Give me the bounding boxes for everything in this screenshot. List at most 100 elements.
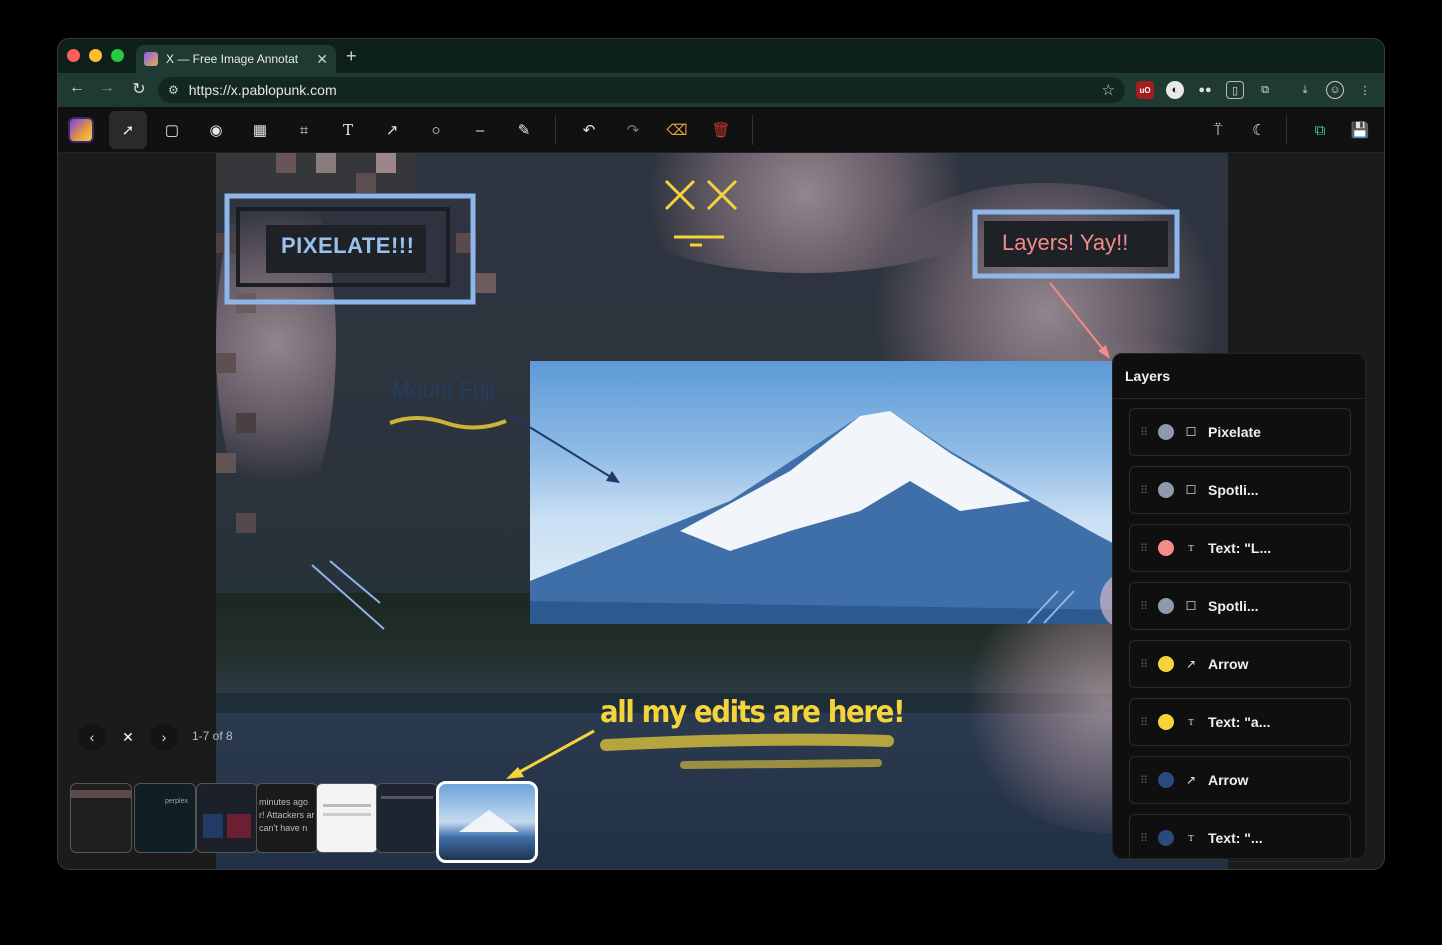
layer-color-swatch[interactable] — [1158, 830, 1174, 846]
browser-tab[interactable]: X — Free Image Annotat ✕ — [136, 45, 336, 73]
layer-item[interactable]: ⠿ ☐ Pixelate — [1129, 408, 1351, 456]
edits-underline-and-arrow[interactable] — [484, 723, 904, 783]
text-icon: T — [1188, 543, 1194, 553]
circle-tool-icon[interactable]: ○ — [417, 111, 455, 149]
layer-name: Text: "a... — [1208, 714, 1271, 730]
drag-handle-icon[interactable]: ⠿ — [1140, 484, 1148, 497]
browser-menu-icon[interactable]: ⋮ — [1356, 81, 1374, 99]
text-tool-icon[interactable]: T — [329, 111, 367, 149]
layer-color-swatch[interactable] — [1158, 656, 1174, 672]
layer-item[interactable]: ⠿ ↗ Arrow — [1129, 756, 1351, 804]
drag-handle-icon[interactable]: ⠿ — [1140, 716, 1148, 729]
xx-face-drawing[interactable] — [662, 177, 742, 249]
layer-item[interactable]: ⠿ ☐ Spotli... — [1129, 582, 1351, 630]
arrow-icon: ↗ — [1185, 657, 1197, 671]
layer-color-swatch[interactable] — [1158, 714, 1174, 730]
thumbnail[interactable] — [316, 783, 378, 853]
layer-item[interactable]: ⠿ T Text: "L... — [1129, 524, 1351, 572]
close-tab-icon[interactable]: ✕ — [316, 51, 328, 68]
select-tool-icon[interactable]: ➚ — [109, 111, 147, 149]
trash-icon[interactable]: 🗑 — [702, 111, 740, 149]
layers-title: Layers — [1125, 368, 1171, 384]
url-text[interactable]: https://x.pablopunk.com — [189, 82, 337, 98]
rectangle-icon: ☐ — [1185, 599, 1197, 613]
new-tab-button[interactable]: + — [346, 46, 357, 67]
thumbnail-current[interactable] — [436, 781, 538, 863]
thumbnail[interactable]: minutes ago r! Attackers ar can't have n — [256, 783, 318, 853]
reload-icon[interactable]: ↻ — [128, 79, 150, 99]
arrow-icon: ↗ — [1185, 773, 1197, 787]
site-info-icon[interactable]: ⚙ — [168, 83, 179, 97]
rectangle-tool-icon[interactable]: ▢ — [153, 111, 191, 149]
drag-handle-icon[interactable]: ⠿ — [1140, 832, 1148, 845]
redo-icon[interactable]: ↷ — [614, 111, 652, 149]
drag-handle-icon[interactable]: ⠿ — [1140, 774, 1148, 787]
layer-color-swatch[interactable] — [1158, 598, 1174, 614]
extension-icon[interactable]: ◐ — [1166, 81, 1184, 99]
layer-name: Pixelate — [1208, 424, 1261, 440]
drag-handle-icon[interactable]: ⠿ — [1140, 542, 1148, 555]
layer-item[interactable]: ⠿ T Text: "... — [1129, 814, 1351, 862]
prev-image-button[interactable]: ‹ — [78, 723, 106, 751]
theme-moon-icon[interactable]: ☾ — [1240, 111, 1278, 149]
drag-handle-icon[interactable]: ⠿ — [1140, 600, 1148, 613]
spotlight-eye-icon[interactable]: ◉ — [197, 111, 235, 149]
layers-label[interactable]: Layers! Yay!! — [1002, 230, 1128, 256]
pixelate-grid-icon[interactable]: ▦ — [241, 111, 279, 149]
background-photo: PIXELATE!!! Layers! Yay!! Mount Fuji all… — [216, 153, 1228, 869]
ublock-extension-icon[interactable]: uO — [1136, 81, 1154, 99]
sidebar-icon[interactable]: ▯ — [1226, 81, 1244, 99]
paint-roller-icon[interactable]: ⍡ — [1199, 111, 1237, 149]
highlighter-tool-icon[interactable]: ✎ — [505, 111, 543, 149]
crop-tool-icon[interactable]: ⌗ — [285, 111, 323, 149]
close-window-button[interactable] — [67, 49, 80, 62]
bookmark-star-icon[interactable]: ☆ — [1102, 81, 1115, 99]
editor-canvas[interactable]: PIXELATE!!! Layers! Yay!! Mount Fuji all… — [58, 153, 1384, 869]
layer-color-swatch[interactable] — [1158, 540, 1174, 556]
download-icon[interactable]: ⤓ — [1296, 81, 1314, 99]
maximize-window-button[interactable] — [111, 49, 124, 62]
forward-icon[interactable]: → — [96, 79, 118, 97]
tab-title: X — Free Image Annotat — [166, 52, 299, 66]
left-slash-marks[interactable] — [308, 557, 388, 633]
eraser-icon[interactable]: ⌫ — [658, 111, 696, 149]
layer-color-swatch[interactable] — [1158, 482, 1174, 498]
drag-handle-icon[interactable]: ⠿ — [1140, 426, 1148, 439]
back-icon[interactable]: ← — [66, 79, 88, 97]
arrow-tool-icon[interactable]: ↗ — [373, 111, 411, 149]
layer-item[interactable]: ⠿ T Text: "a... — [1129, 698, 1351, 746]
close-gallery-button[interactable]: ✕ — [114, 723, 142, 751]
layer-item[interactable]: ⠿ ☐ Spotli... — [1129, 466, 1351, 514]
extension-glasses-icon[interactable]: ●● — [1196, 81, 1214, 99]
copy-image-icon[interactable]: ⧉ — [1301, 111, 1339, 149]
tab-bar: X — Free Image Annotat ✕ + — [58, 39, 1384, 73]
profile-icon[interactable]: ☺ — [1326, 81, 1344, 99]
layer-color-swatch[interactable] — [1158, 772, 1174, 788]
layer-name: Spotli... — [1208, 482, 1259, 498]
undo-icon[interactable]: ↶ — [570, 111, 608, 149]
layer-name: Text: "L... — [1208, 540, 1272, 556]
favicon-icon — [144, 52, 158, 66]
next-image-button[interactable]: › — [150, 723, 178, 751]
layer-item[interactable]: ⠿ ↗ Arrow — [1129, 640, 1351, 688]
thumbnail[interactable] — [376, 783, 438, 853]
drag-handle-icon[interactable]: ⠿ — [1140, 658, 1148, 671]
line-tool-icon[interactable]: – — [461, 111, 499, 149]
layer-color-swatch[interactable] — [1158, 424, 1174, 440]
thumbnail[interactable]: perplex — [134, 783, 196, 853]
layer-name: Text: "... — [1208, 830, 1263, 846]
thumbnail[interactable] — [196, 783, 258, 853]
app-toolbar: ➚ ▢ ◉ ▦ ⌗ T ↗ ○ – ✎ ↶ ↷ ⌫ 🗑 ⍡ ☾ ⧉ 💾 — [58, 107, 1384, 153]
address-bar[interactable]: ⚙ https://x.pablopunk.com ☆ — [158, 77, 1125, 103]
save-icon[interactable]: 💾 — [1341, 111, 1379, 149]
thumbnail[interactable] — [70, 783, 132, 853]
page-count: 1-7 of 8 — [192, 729, 233, 743]
fuji-underline-and-arrow[interactable] — [386, 391, 686, 491]
pink-arrow[interactable] — [1046, 279, 1116, 363]
app-logo-icon — [68, 117, 94, 143]
pixelate-label[interactable]: PIXELATE!!! — [281, 233, 414, 259]
minimize-window-button[interactable] — [89, 49, 102, 62]
right-slash-marks[interactable] — [1024, 587, 1080, 627]
extensions-puzzle-icon[interactable]: ⧉ — [1256, 81, 1274, 99]
address-bar-row: ← → ↻ ⚙ https://x.pablopunk.com ☆ uO ◐ ●… — [58, 73, 1384, 107]
